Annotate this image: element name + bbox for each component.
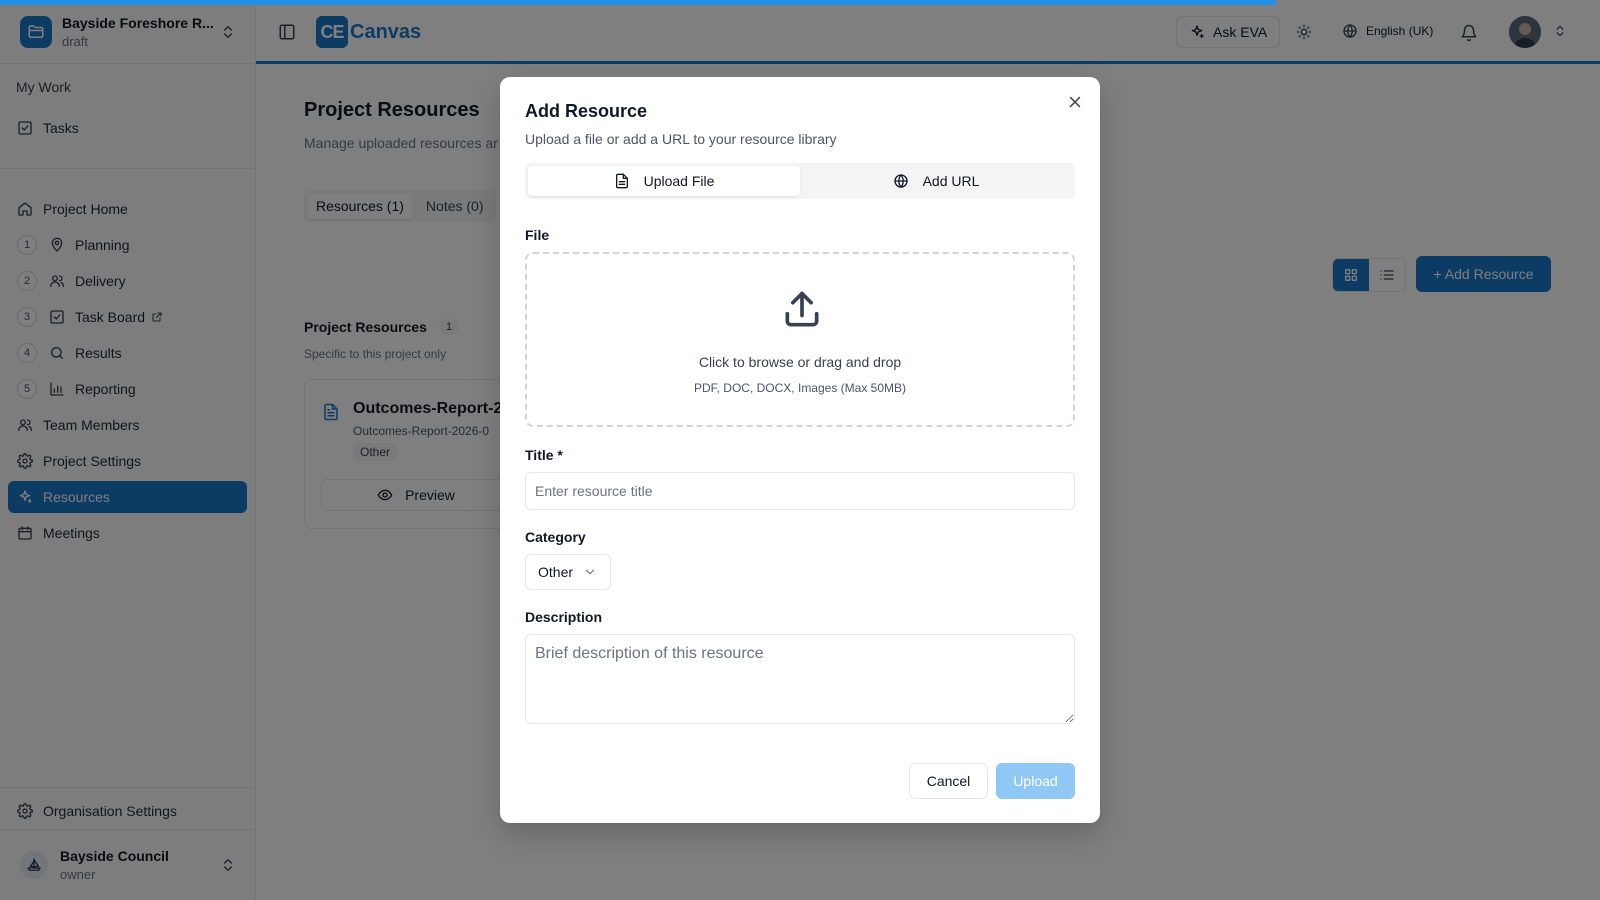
title-input[interactable] [525, 472, 1075, 510]
tab-upload-file[interactable]: Upload File [528, 166, 800, 196]
description-label: Description [525, 609, 603, 625]
upload-icon [785, 291, 819, 327]
category-value: Other [538, 564, 574, 580]
description-textarea[interactable] [525, 634, 1075, 724]
title-label: Title * [525, 447, 563, 463]
tab-label: Add URL [922, 173, 980, 189]
tab-add-url[interactable]: Add URL [800, 166, 1072, 196]
globe-icon [893, 174, 908, 188]
dialog-title: Add Resource [525, 101, 648, 121]
category-label: Category [525, 529, 586, 545]
upload-button[interactable]: Upload [996, 763, 1075, 799]
close-icon[interactable] [1066, 93, 1084, 111]
dialog-subtitle: Upload a file or add a URL to your resou… [525, 131, 837, 147]
loading-progress-bar [0, 0, 1276, 5]
cancel-button[interactable]: Cancel [909, 763, 988, 799]
dropzone-file-types: PDF, DOC, DOCX, Images (Max 50MB) [693, 381, 907, 395]
file-label: File [525, 227, 550, 243]
file-dropzone[interactable]: Click to browse or drag and drop PDF, DO… [525, 252, 1075, 427]
category-select[interactable]: Other [525, 554, 611, 590]
source-type-tabs: Upload File Add URL [525, 163, 1075, 199]
tab-label: Upload File [643, 173, 715, 189]
dropzone-instructions: Click to browse or drag and drop [698, 354, 902, 370]
chevron-down-icon [585, 569, 595, 575]
file-icon [615, 173, 628, 189]
add-resource-dialog: Add Resource Upload a file or add a URL … [500, 77, 1100, 823]
